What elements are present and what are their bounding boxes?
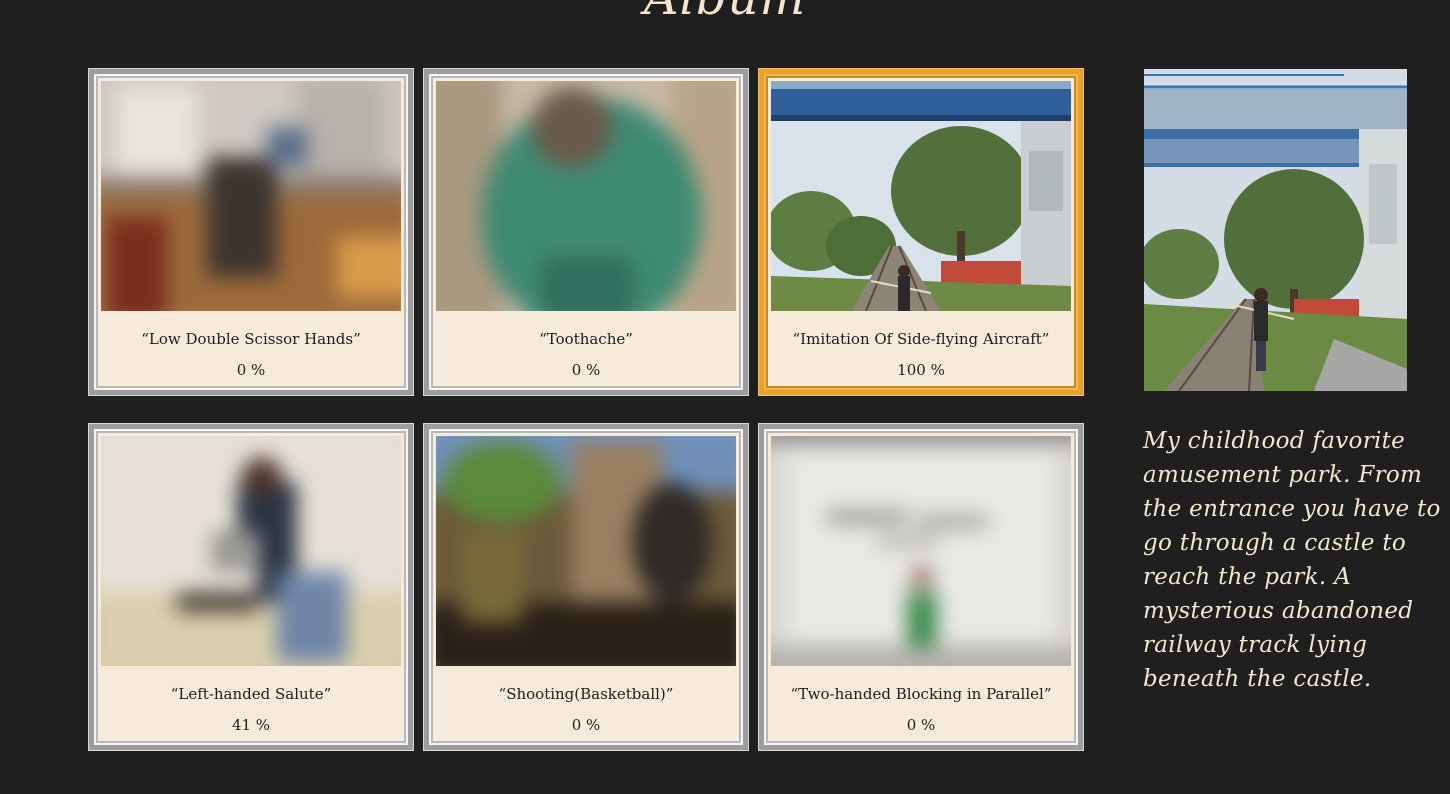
card-progress: 0 % xyxy=(236,361,266,379)
card-title: “Low Double Scissor Hands” xyxy=(141,330,361,348)
photo-thumbnail-blurred xyxy=(436,81,736,311)
photo-thumbnail-blurred xyxy=(436,436,736,666)
card-progress: 41 % xyxy=(231,716,271,734)
photo-description: My childhood favorite amusement park. Fr… xyxy=(1143,428,1441,692)
album-card-2[interactable]: “Toothache” 0 % xyxy=(424,69,748,395)
photo-thumbnail-blurred xyxy=(101,81,401,311)
card-progress: 0 % xyxy=(571,361,601,379)
photo-thumbnail xyxy=(771,81,1071,311)
card-progress: 0 % xyxy=(906,716,936,734)
album-card-6[interactable]: “Two-handed Blocking in Parallel” 0 % xyxy=(759,424,1083,750)
card-progress: 100 % xyxy=(897,361,945,379)
album-card-3[interactable]: “Imitation Of Side-flying Aircraft” 100 … xyxy=(759,69,1083,395)
card-title: “Imitation Of Side-flying Aircraft” xyxy=(792,330,1050,348)
card-title: “Left-handed Salute” xyxy=(170,685,332,703)
photo-thumbnail-blurred xyxy=(771,436,1071,666)
card-title: “Shooting(Basketball)” xyxy=(498,685,674,703)
card-title: “Two-handed Blocking in Parallel” xyxy=(790,685,1052,703)
page-title: Album xyxy=(0,0,1450,28)
selected-photo-preview xyxy=(1144,69,1407,391)
album-card-5[interactable]: “Shooting(Basketball)” 0 % xyxy=(424,424,748,750)
photo-thumbnail-blurred xyxy=(101,436,401,666)
album-card-4[interactable]: “Left-handed Salute” 41 % xyxy=(89,424,413,750)
album-card-1[interactable]: “Low Double Scissor Hands” 0 % xyxy=(89,69,413,395)
card-progress: 0 % xyxy=(571,716,601,734)
card-title: “Toothache” xyxy=(539,330,633,348)
